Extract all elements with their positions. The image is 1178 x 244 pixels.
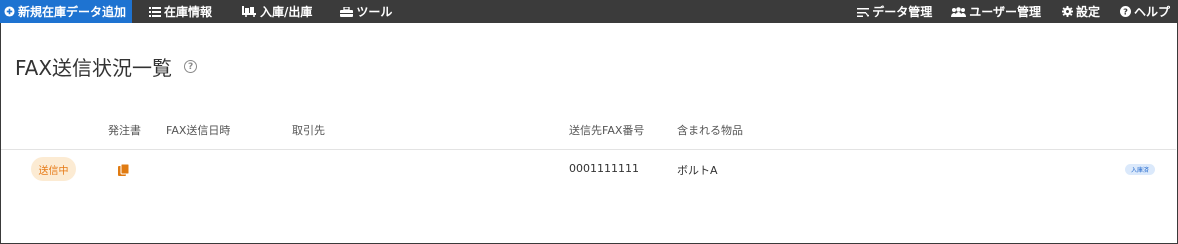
- column-header-order: 発注書: [108, 124, 141, 137]
- gear-icon: [1061, 6, 1073, 17]
- nav-item-data-manage[interactable]: データ管理: [857, 0, 932, 23]
- nav-item-inventory-label: 在庫情報: [164, 5, 213, 19]
- cell-items: ボルトA: [677, 164, 718, 177]
- nav-item-help[interactable]: ? ヘルプ: [1119, 0, 1170, 23]
- users-icon: [951, 6, 967, 17]
- nav-item-data-manage-label: データ管理: [872, 5, 933, 19]
- nav-left-group: 新規在庫データ追加 在庫情報 入庫/出庫 ツール: [0, 0, 392, 23]
- list-icon: [149, 6, 162, 17]
- cell-fax-number: 0001111111: [569, 162, 639, 175]
- nav-item-settings[interactable]: 設定: [1061, 0, 1100, 23]
- plus-circle-icon: [4, 6, 15, 17]
- header-divider: [1, 149, 1176, 150]
- nav-item-in-out-label: 入庫/出庫: [260, 5, 313, 19]
- page-title-text: FAX送信状況一覧: [15, 56, 173, 80]
- stock-status-tag: 入庫済: [1125, 164, 1155, 175]
- page-title: FAX送信状況一覧 ?: [15, 52, 198, 81]
- nav-item-tools[interactable]: ツール: [340, 0, 392, 23]
- column-header-supplier: 取引先: [292, 124, 325, 137]
- add-inventory-button[interactable]: 新規在庫データ追加: [0, 0, 133, 23]
- svg-text:?: ?: [1123, 6, 1128, 16]
- nav-item-in-out[interactable]: 入庫/出庫: [242, 0, 312, 23]
- nav-item-users-label: ユーザー管理: [969, 5, 1041, 19]
- nav-right-group: データ管理 ユーザー管理 設定 ? ヘルプ: [857, 0, 1170, 23]
- column-header-fax-number: 送信先FAX番号: [569, 124, 645, 137]
- purchase-order-document-icon[interactable]: [118, 162, 130, 181]
- nav-item-users[interactable]: ユーザー管理: [951, 0, 1041, 23]
- add-inventory-label: 新規在庫データ追加: [18, 5, 127, 19]
- status-badge: 送信中: [31, 157, 76, 181]
- nav-item-help-label: ヘルプ: [1133, 5, 1170, 19]
- column-header-fax-datetime: FAX送信日時: [166, 124, 231, 137]
- nav-item-inventory[interactable]: 在庫情報: [149, 0, 212, 23]
- help-icon: ?: [1119, 6, 1131, 17]
- question-circle-icon[interactable]: ?: [184, 60, 198, 73]
- nav-item-tools-label: ツール: [356, 5, 393, 19]
- data-manage-icon: [857, 7, 870, 17]
- toolbox-icon: [340, 6, 354, 17]
- nav-item-settings-label: 設定: [1075, 5, 1100, 19]
- top-nav: 新規在庫データ追加 在庫情報 入庫/出庫 ツール データ管理 ユーザー管理 設定…: [0, 0, 1178, 23]
- column-header-items: 含まれる物品: [677, 124, 743, 137]
- truck-icon: [242, 6, 257, 17]
